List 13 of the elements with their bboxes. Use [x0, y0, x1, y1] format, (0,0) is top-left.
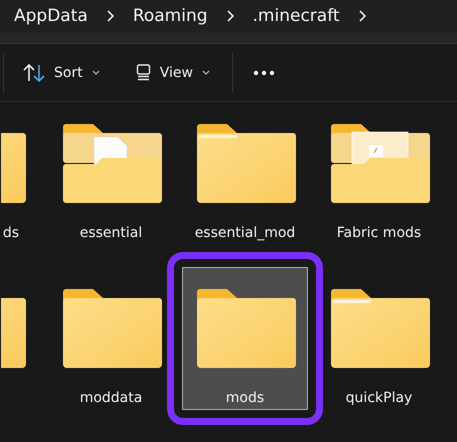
folder-name[interactable]: moddata [80, 390, 142, 406]
folder-name[interactable]: Fabric mods [336, 225, 422, 241]
folder-name[interactable]: essential_mod [194, 225, 296, 241]
folder-name[interactable]: ds [2, 225, 19, 241]
folder-name[interactable]: mods [226, 390, 264, 406]
folder-name[interactable]: quickPlay [346, 390, 412, 406]
view-button[interactable]: View [126, 58, 220, 87]
selected-folder[interactable]: mods [182, 267, 308, 410]
folder-name[interactable]: essential [80, 225, 142, 241]
breadcrumb-item[interactable]: Roaming [132, 6, 208, 26]
sort-button[interactable]: Sort [13, 56, 110, 88]
breadcrumb-item[interactable]: .minecraft [252, 6, 340, 26]
breadcrumb-item[interactable]: AppData [14, 6, 88, 26]
